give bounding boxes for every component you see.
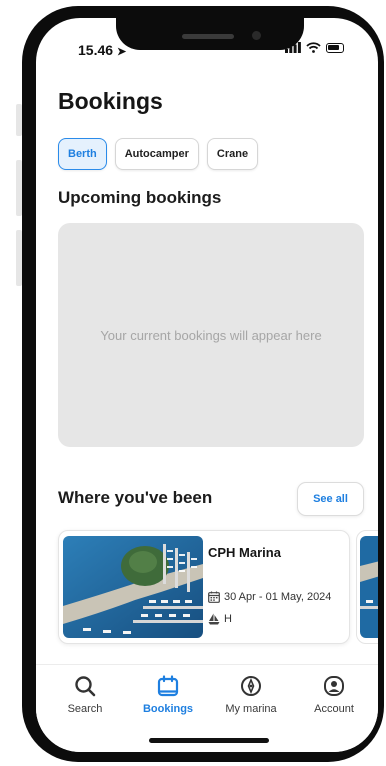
page-title: Bookings <box>58 88 163 114</box>
empty-state-text: Your current bookings will appear here <box>100 327 322 343</box>
upcoming-empty-state: Your current bookings will appear here <box>58 223 364 447</box>
upcoming-heading: Upcoming bookings <box>58 188 222 207</box>
booking-type-tabs: Berth Autocamper Crane <box>58 138 259 170</box>
berth-row: H <box>208 613 232 625</box>
nav-bookings[interactable]: Bookings <box>128 675 208 715</box>
booking-dates: 30 Apr - 01 May, 2024 <box>224 591 332 603</box>
tab-autocamper[interactable]: Autocamper <box>114 138 199 170</box>
search-icon <box>75 676 96 697</box>
nav-search[interactable]: Search <box>45 675 125 715</box>
wifi-icon <box>306 42 321 53</box>
account-icon <box>324 676 344 696</box>
app-screen: 15.46 ➤ Bookings Berth Autocamper Crane … <box>36 18 378 752</box>
marina-photo-peek <box>360 536 378 638</box>
nav-my-marina-label: My marina <box>225 703 277 715</box>
nav-my-marina[interactable]: My marina <box>211 675 291 715</box>
nav-bookings-label: Bookings <box>142 703 194 715</box>
calendar-icon <box>157 675 179 697</box>
nav-account[interactable]: Account <box>294 675 374 715</box>
nav-account-label: Account <box>314 703 354 715</box>
calendar-small-icon <box>208 591 220 603</box>
location-arrow-icon: ➤ <box>116 46 127 58</box>
status-time: 15.46 ➤ <box>78 42 127 58</box>
nav-search-label: Search <box>67 703 103 715</box>
sailboat-icon <box>208 613 220 625</box>
marina-name: CPH Marina <box>208 545 281 560</box>
booking-dates-row: 30 Apr - 01 May, 2024 <box>208 591 331 603</box>
history-card-peek[interactable] <box>356 530 378 644</box>
tab-berth[interactable]: Berth <box>58 138 107 170</box>
phone-speaker <box>182 34 234 39</box>
marina-photo <box>63 536 203 638</box>
tab-crane[interactable]: Crane <box>206 138 259 170</box>
phone-camera <box>252 31 261 40</box>
berth-code: H <box>224 613 232 625</box>
history-card[interactable]: CPH Marina 30 Apr - 01 May, 2024 H <box>58 530 350 644</box>
app-frame: 15.46 ➤ Bookings Berth Autocamper Crane … <box>0 0 386 766</box>
marina-icon <box>241 676 261 696</box>
home-indicator <box>149 738 269 743</box>
battery-icon <box>326 42 344 53</box>
see-all-button[interactable]: See all <box>297 482 364 516</box>
history-heading: Where you've been <box>58 488 213 507</box>
phone-notch <box>116 6 304 50</box>
